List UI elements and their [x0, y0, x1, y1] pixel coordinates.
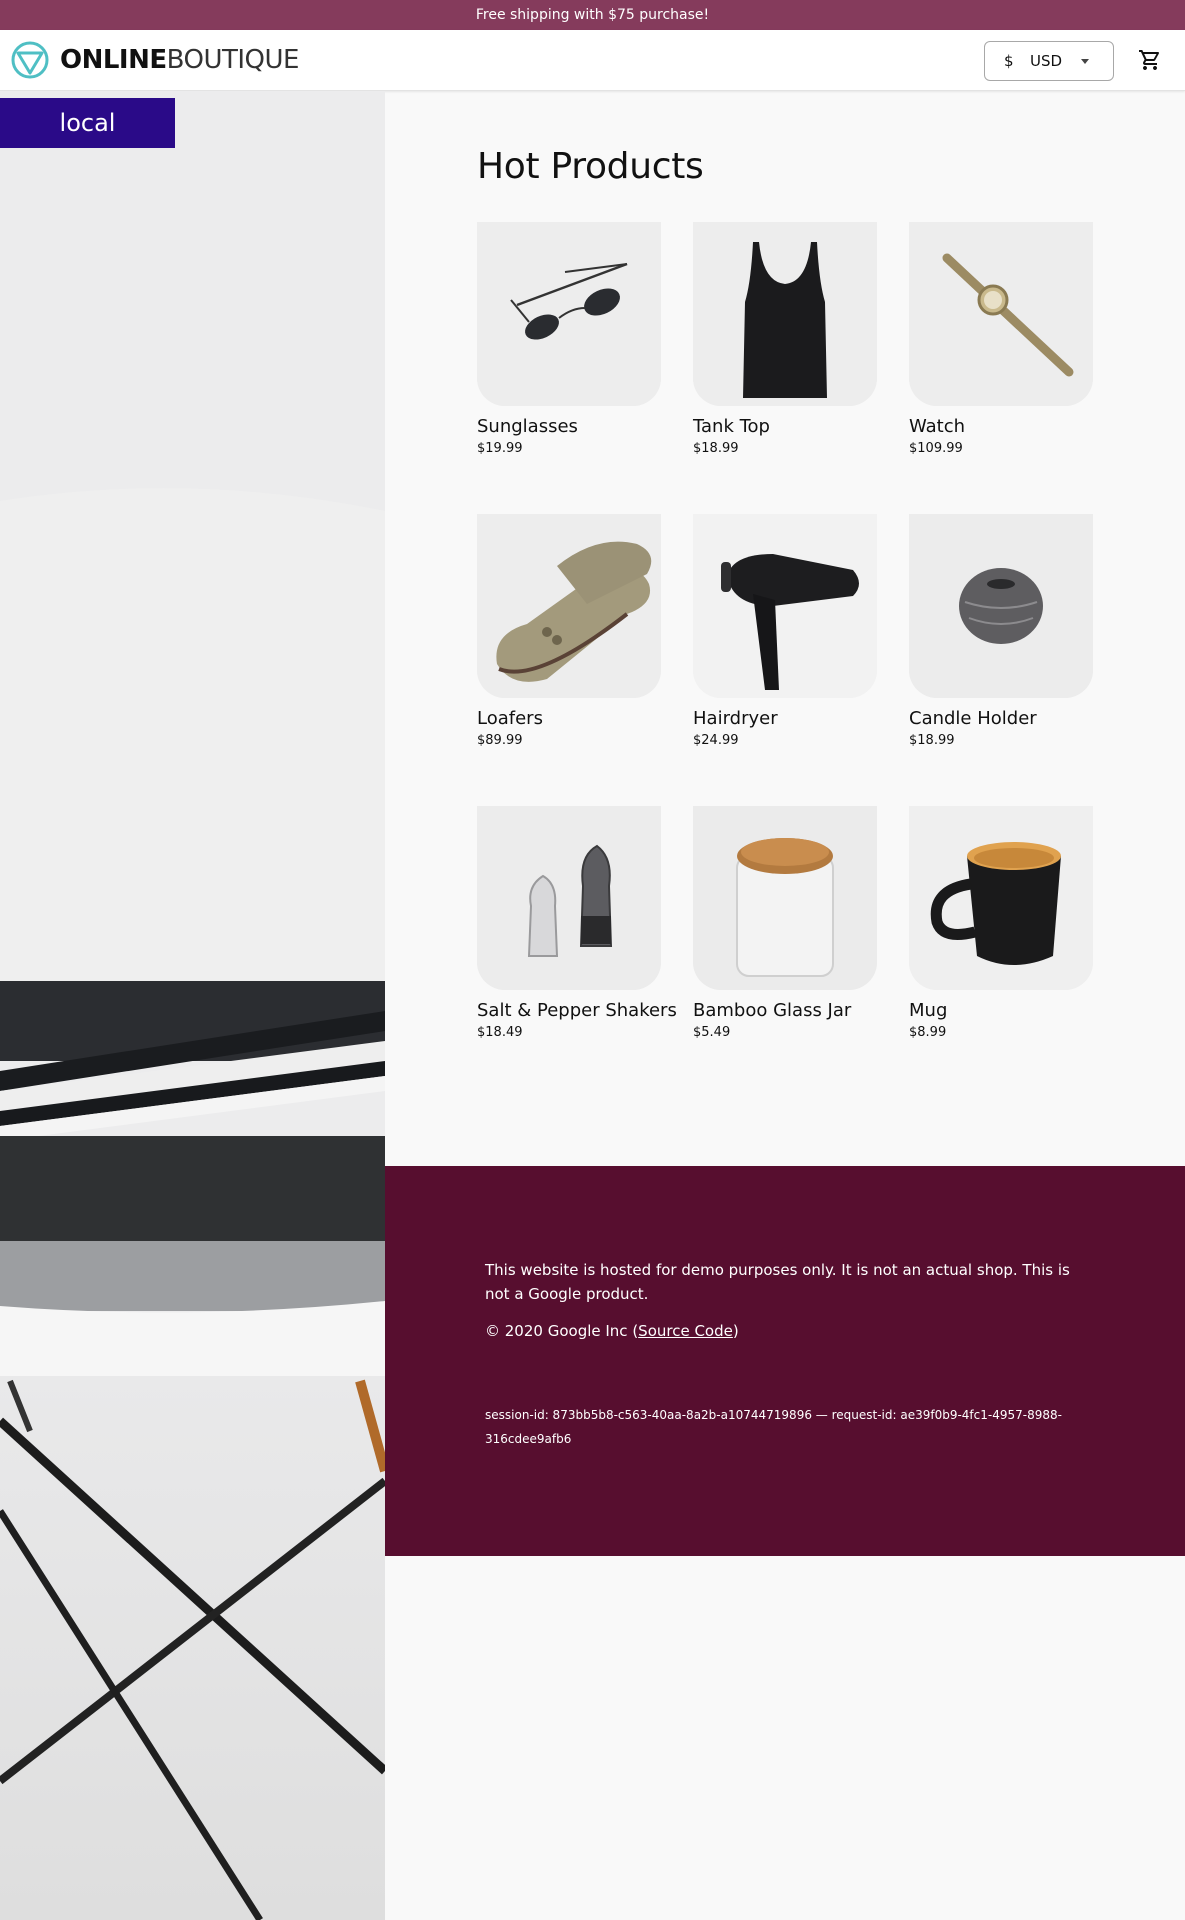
currency-select[interactable]: $ USD	[984, 41, 1114, 81]
product-name: Candle Holder	[909, 708, 1037, 729]
product-card[interactable]: Salt & Pepper Shakers $18.49	[477, 806, 677, 1040]
hero-image	[0, 91, 385, 1920]
salt-pepper-shakers-icon	[477, 806, 661, 990]
product-image[interactable]	[477, 222, 661, 406]
environment-badge: local	[0, 98, 175, 148]
product-image[interactable]	[693, 514, 877, 698]
product-card[interactable]: Watch $109.99	[909, 222, 1093, 456]
product-card[interactable]: Loafers $89.99	[477, 514, 661, 748]
hairdryer-icon	[693, 514, 877, 698]
bamboo-glass-jar-icon	[693, 806, 877, 990]
product-name: Watch	[909, 416, 966, 437]
copyright-prefix: © 2020 Google Inc (	[485, 1322, 639, 1340]
product-name: Mug	[909, 1000, 948, 1021]
section-title: Hot Products	[477, 146, 704, 187]
product-card[interactable]: Hairdryer $24.99	[693, 514, 877, 748]
copyright-suffix: )	[732, 1322, 739, 1340]
currency-symbol: $	[1004, 52, 1014, 70]
product-card[interactable]: Mug $8.99	[909, 806, 1093, 1040]
product-image[interactable]	[909, 222, 1093, 406]
product-image[interactable]	[693, 806, 877, 990]
product-name: Loafers	[477, 708, 543, 729]
logo-icon	[11, 41, 49, 79]
logo[interactable]: ONLINEBOUTIQUE	[10, 40, 299, 80]
product-card[interactable]: Tank Top $18.99	[693, 222, 877, 456]
product-price: $24.99	[693, 733, 739, 748]
product-price: $89.99	[477, 733, 523, 748]
sunglasses-icon	[477, 222, 661, 406]
product-card[interactable]: Sunglasses $19.99	[477, 222, 661, 456]
product-price: $5.49	[693, 1025, 731, 1040]
product-price: $18.49	[477, 1025, 523, 1040]
product-image[interactable]	[909, 514, 1093, 698]
product-price: $8.99	[909, 1025, 947, 1040]
product-price: $109.99	[909, 441, 963, 456]
product-image[interactable]	[477, 514, 661, 698]
product-image[interactable]	[909, 806, 1093, 990]
site-footer: This website is hosted for demo purposes…	[385, 1166, 1185, 1556]
product-name: Hairdryer	[693, 708, 778, 729]
product-price: $18.99	[909, 733, 955, 748]
logo-text: ONLINEBOUTIQUE	[60, 45, 299, 75]
promo-banner: Free shipping with $75 purchase!	[0, 0, 1185, 30]
product-name: Salt & Pepper Shakers	[477, 1000, 677, 1021]
candle-holder-icon	[909, 514, 1093, 698]
environment-label: local	[59, 109, 116, 137]
cart-icon[interactable]	[1138, 48, 1162, 72]
product-card[interactable]: Bamboo Glass Jar $5.49	[693, 806, 877, 1040]
source-code-link[interactable]: Source Code	[638, 1322, 733, 1340]
product-image[interactable]	[477, 806, 661, 990]
logo-text-light: BOUTIQUE	[166, 45, 300, 75]
product-card[interactable]: Candle Holder $18.99	[909, 514, 1093, 748]
chevron-down-icon	[1081, 59, 1089, 64]
watch-icon	[909, 222, 1093, 406]
footer-disclaimer: This website is hosted for demo purposes…	[485, 1261, 1070, 1303]
product-image[interactable]	[693, 222, 877, 406]
promo-banner-text: Free shipping with $75 purchase!	[475, 7, 710, 23]
mug-icon	[909, 806, 1093, 990]
footer-copyright: © 2020 Google Inc (Source Code)	[485, 1322, 739, 1340]
product-name: Bamboo Glass Jar	[693, 1000, 852, 1021]
site-header: ONLINEBOUTIQUE $ USD	[0, 30, 1185, 91]
footer-session-ids: session-id: 873bb5b8-c563-40aa-8a2b-a107…	[485, 1408, 1062, 1446]
tank-top-icon	[693, 222, 877, 406]
logo-text-bold: ONLINE	[60, 45, 167, 75]
currency-code: USD	[1030, 52, 1063, 70]
product-name: Tank Top	[693, 416, 770, 437]
product-price: $19.99	[477, 441, 523, 456]
product-price: $18.99	[693, 441, 739, 456]
loafers-icon	[477, 514, 661, 698]
product-name: Sunglasses	[477, 416, 578, 437]
